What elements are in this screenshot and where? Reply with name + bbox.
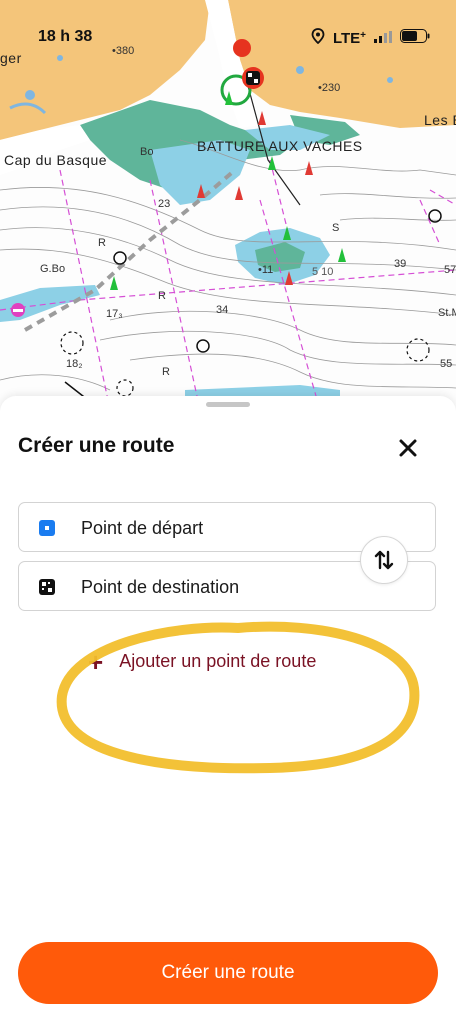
depth-label: 17₃ (106, 308, 123, 320)
map-label-cap-du-basque: Cap du Basque (4, 152, 108, 168)
close-icon (399, 439, 417, 457)
depth-label: 55 (440, 358, 453, 370)
sheet-title: Créer une route (18, 434, 175, 457)
seabed-label: S (332, 222, 340, 234)
depth-label: •230 (318, 82, 341, 94)
depth-label: 57 (444, 264, 456, 276)
map-label-les-b: Les B (424, 112, 456, 128)
location-icon (311, 28, 325, 49)
seabed-label: R (162, 366, 170, 378)
network-type: LTE+ (332, 30, 366, 47)
checkered-flag-icon (39, 579, 55, 595)
seabed-label: R (98, 237, 106, 249)
start-point-icon (39, 520, 55, 536)
map-label-st-m: St.M (438, 307, 456, 319)
signal-icon (374, 30, 392, 48)
status-icons: LTE+ (311, 28, 430, 49)
start-point-label: Point de départ (81, 518, 204, 538)
destination-label: Point de destination (81, 577, 240, 597)
battery-icon (400, 29, 430, 48)
swap-points-button[interactable] (360, 536, 408, 584)
depth-label: 23 (158, 198, 171, 210)
depth-label: G.Bo (40, 263, 66, 275)
status-time: 18 h 38 (38, 28, 93, 45)
seabed-label: R (158, 290, 166, 302)
create-route-sheet: Créer une route Point de départ Point de… (0, 396, 456, 1024)
swap-arrows-icon (374, 550, 394, 570)
contour-label: 5 10 (312, 266, 334, 278)
depth-label: 34 (216, 304, 229, 316)
close-button[interactable] (394, 434, 422, 462)
plus-icon: + (88, 646, 104, 677)
map-label-batture: BATTURE AUX VACHES (197, 138, 363, 154)
create-route-button[interactable]: Créer une route (18, 942, 438, 1004)
add-waypoint-button[interactable]: + Ajouter un point de route (88, 646, 317, 677)
add-waypoint-label: Ajouter un point de route (119, 651, 317, 671)
create-route-label: Créer une route (161, 962, 295, 983)
depth-label: Bo (140, 146, 154, 158)
depth-label: 39 (394, 258, 407, 270)
depth-label: 18₂ (66, 358, 83, 370)
status-bar: 18 h 38 LTE+ (0, 0, 456, 72)
sheet-drag-handle[interactable] (206, 402, 250, 407)
highlight-circle-annotation (56, 621, 420, 774)
depth-label: •11 (258, 264, 274, 276)
